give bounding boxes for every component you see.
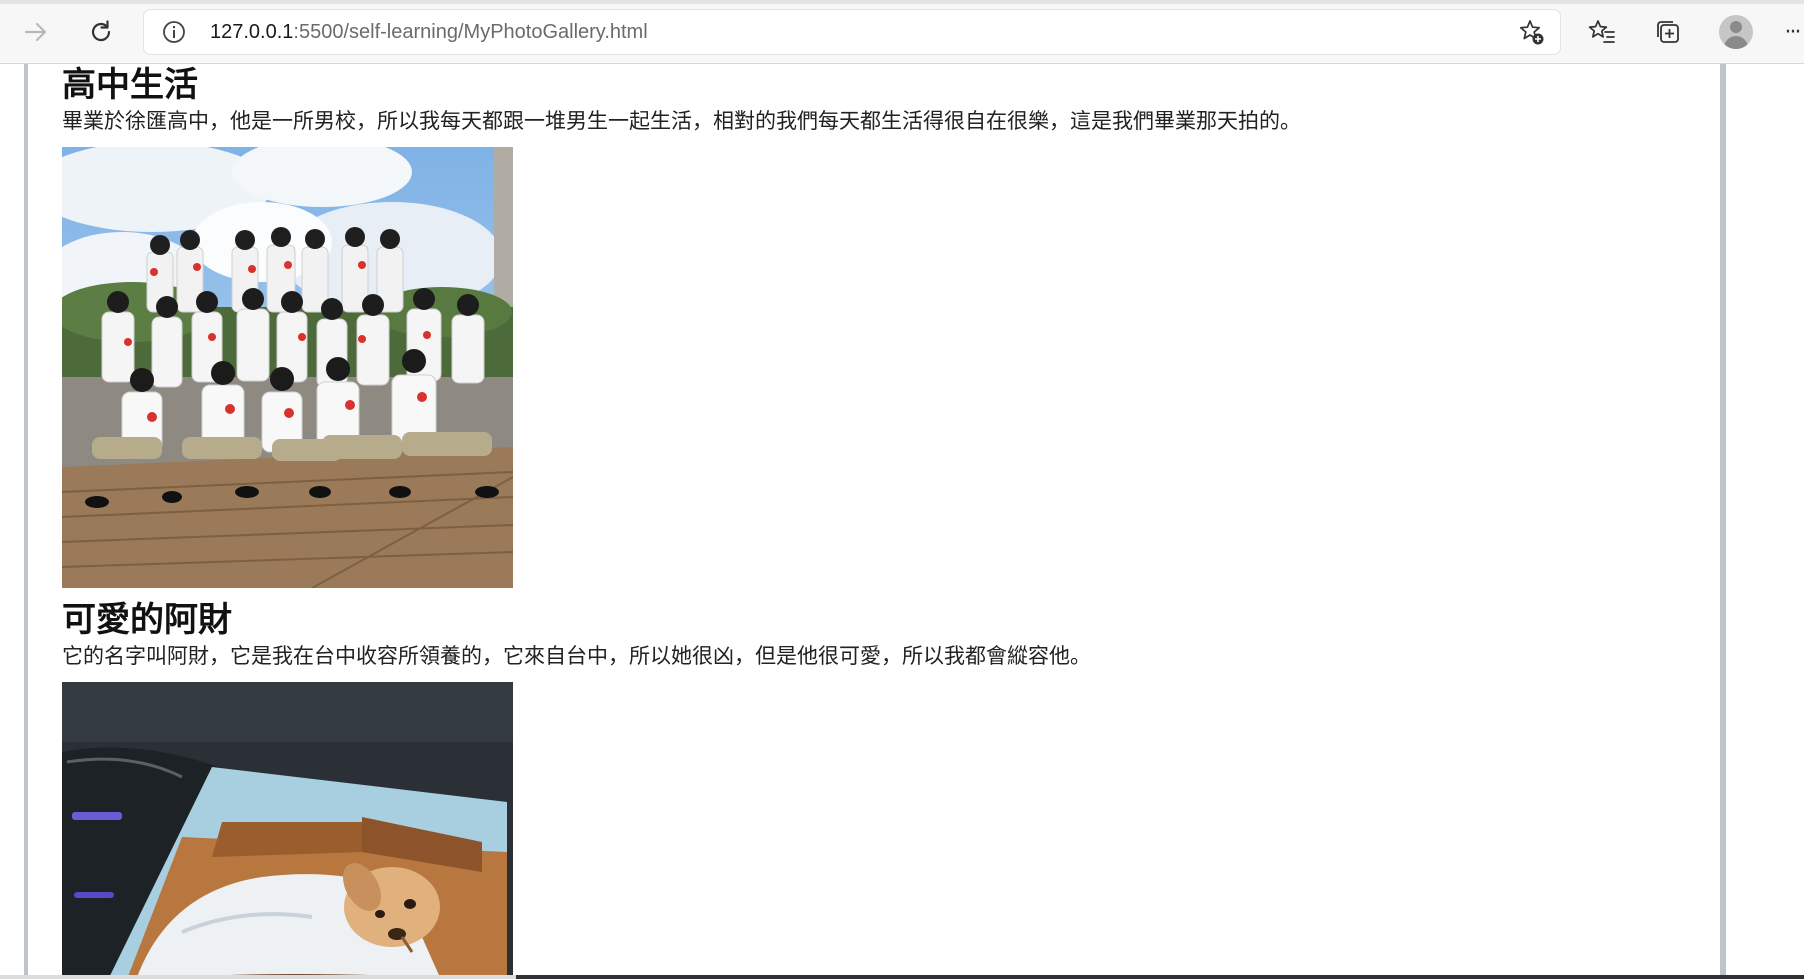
more-menu-button[interactable]: ··· <box>1780 14 1804 50</box>
avatar <box>1719 15 1753 49</box>
add-favorite-button[interactable] <box>1516 17 1546 47</box>
url-path: :5500/self-learning/MyPhotoGallery.html <box>293 21 648 43</box>
reload-button[interactable] <box>83 14 119 50</box>
page-viewport: 高中生活 畢業於徐匯高中，他是一所男校，所以我每天都跟一堆男生一起生活，相對的我… <box>0 64 1804 979</box>
reload-icon <box>91 20 111 42</box>
page-frame-left <box>24 64 28 979</box>
collections-icon <box>1657 21 1679 43</box>
collections-button[interactable] <box>1650 14 1686 50</box>
graduation-photo <box>62 147 513 588</box>
back-button[interactable] <box>18 14 54 50</box>
star-add-icon <box>1519 20 1544 45</box>
url-text[interactable]: 127.0.0.1:5500/self-learning/MyPhotoGall… <box>210 21 648 43</box>
browser-toolbar: 127.0.0.1:5500/self-learning/MyPhotoGall… <box>0 0 1804 64</box>
more-icon: ··· <box>1784 19 1802 45</box>
page-frame-right <box>1720 64 1726 979</box>
favorites-button[interactable] <box>1584 14 1620 50</box>
section-description: 它的名字叫阿財，它是我在台中收容所領養的，它來自台中，所以她很凶，但是他很可愛，… <box>62 644 1091 668</box>
arrow-right-icon <box>24 22 47 42</box>
tab-strip <box>0 0 1804 4</box>
scrollbar-thumb[interactable] <box>0 975 516 979</box>
section-description: 畢業於徐匯高中，他是一所男校，所以我每天都跟一堆男生一起生活，相對的我們每天都生… <box>62 109 1301 133</box>
gallery-section-high-school: 高中生活 畢業於徐匯高中，他是一所男校，所以我每天都跟一堆男生一起生活，相對的我… <box>62 64 1301 588</box>
gallery-section-dog: 可愛的阿財 它的名字叫阿財，它是我在台中收容所領養的，它來自台中，所以她很凶，但… <box>62 599 1091 979</box>
favorites-icon <box>1588 20 1615 43</box>
dog-painting-photo <box>62 682 513 979</box>
section-title: 可愛的阿財 <box>62 600 232 640</box>
address-bar[interactable]: 127.0.0.1:5500/self-learning/MyPhotoGall… <box>144 10 1560 54</box>
profile-button[interactable] <box>1718 14 1754 50</box>
section-title: 高中生活 <box>62 65 198 105</box>
browser-window: 127.0.0.1:5500/self-learning/MyPhotoGall… <box>0 0 1804 979</box>
info-icon[interactable] <box>162 20 186 44</box>
url-host: 127.0.0.1 <box>210 21 294 43</box>
